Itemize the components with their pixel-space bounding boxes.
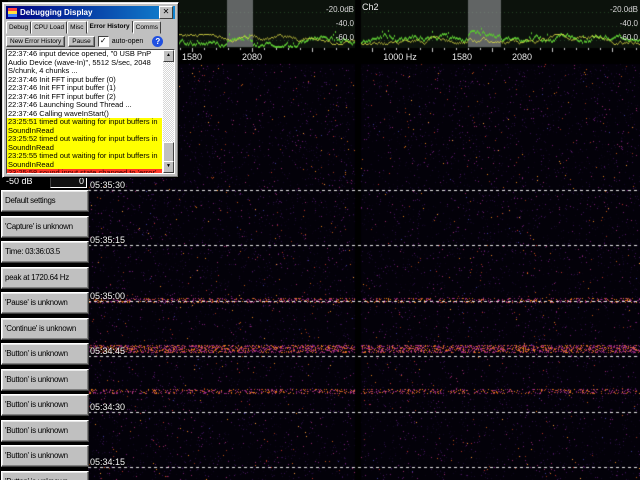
sidebar-button-3[interactable]: peak at 1720.64 Hz (1, 266, 89, 289)
pause-button[interactable]: Pause (68, 36, 95, 47)
close-icon[interactable]: ✕ (159, 6, 173, 19)
channel-label: Ch2 (362, 2, 379, 12)
freq-scale-label: 2080 (241, 52, 263, 62)
tab-error-history[interactable]: Error History (86, 21, 133, 33)
auto-open-checkbox[interactable]: ✓ (97, 36, 109, 47)
log-entry: 23:25:52 timed out waiting for input buf… (7, 134, 162, 152)
sidebar-button-1[interactable]: 'Capture' is unknown (1, 215, 89, 238)
waterfall-time-label: 05:35:00 (90, 291, 126, 301)
sidebar: -50 dB 0 Default settings 'Capture' is un… (0, 172, 89, 480)
freq-scale-label: 2080 (511, 52, 533, 62)
sidebar-button-4[interactable]: 'Pause' is unknown (1, 292, 89, 314)
freq-scale-label: 1580 (451, 52, 473, 62)
sidebar-button-10[interactable]: 'Button' is unknown (1, 445, 89, 467)
waterfall-time-label: 05:35:30 (90, 180, 126, 190)
db-scale-label: -20.0dB (609, 5, 638, 14)
debug-tabs: Debug CPU Load Misc Error History Comms (6, 21, 175, 34)
freq-scale-label: 1000 Hz (383, 52, 417, 62)
sidebar-button-2[interactable]: Time: 03:36:03.5 (1, 241, 89, 263)
waterfall-time-label: 05:34:30 (90, 402, 126, 412)
app-icon (8, 8, 17, 17)
db-scale-label: -20.0dB (325, 5, 354, 14)
log-entry: 22:37:46 input device opened, "0 USB PnP… (8, 49, 152, 75)
sidebar-button-8[interactable]: 'Button' is unknown (1, 394, 89, 416)
tab-cpu-load[interactable]: CPU Load (31, 21, 68, 34)
sidebar-button-5[interactable]: 'Continue' is unknown (1, 317, 89, 340)
window-title: Debugging Display (20, 8, 93, 17)
log-entry: 23:25:55 timed out waiting for input buf… (7, 151, 162, 169)
sidebar-button-6[interactable]: 'Button' is unknown (1, 343, 89, 365)
sidebar-button-0[interactable]: Default settings (1, 190, 89, 212)
scroll-down-icon[interactable]: ▼ (163, 161, 174, 173)
sidebar-button-11[interactable]: 'Button' is unknown (1, 470, 89, 480)
log-entry: 23:25:51 timed out waiting for input buf… (7, 117, 162, 135)
waterfall-time-label: 05:34:45 (90, 346, 126, 356)
log-scrollbar: ▲ ▼ (163, 50, 174, 173)
db-scale-label: -40.0 (335, 19, 354, 28)
waterfall-time-label: 05:34:15 (90, 457, 126, 467)
db-scale-label: -60.0 (335, 33, 354, 42)
new-error-history-button[interactable]: New Error History (6, 36, 66, 47)
auto-open-label[interactable]: auto-open (112, 38, 144, 45)
debug-window: Debugging Display ✕ Debug CPU Load Misc Err… (2, 2, 179, 178)
db-scale-label: -60.0 (619, 33, 638, 42)
debug-titlebar[interactable]: Debugging Display ✕ (6, 6, 175, 19)
scrollbar-thumb[interactable] (163, 142, 174, 162)
sidebar-button-7[interactable]: 'Button' is unknown (1, 368, 89, 391)
tab-debug[interactable]: Debug (6, 21, 32, 34)
log-entry: 23:25:58 sound input state changed to 'e… (7, 168, 162, 173)
sidebar-button-9[interactable]: 'Button' is unknown (1, 419, 89, 442)
debug-controls: New Error History Pause ✓ auto-open ? (6, 35, 175, 48)
db-scale-label: -40.0 (619, 19, 638, 28)
app-root: Ch2 -20.0dB -40.0 -60.0 -20.0dB -40.0 -60.0 1… (0, 0, 640, 480)
tab-misc[interactable]: Misc (67, 21, 87, 34)
log-entries: 22:37:46 input device opened, "0 USB PnP… (7, 49, 162, 173)
waterfall-time-label: 05:35:15 (90, 235, 126, 245)
tab-comms[interactable]: Comms (132, 21, 162, 34)
freq-scale-label: 1580 (181, 52, 203, 62)
debug-log[interactable]: 22:37:46 input device opened, "0 USB PnP… (6, 49, 175, 174)
help-icon[interactable]: ? (152, 36, 164, 47)
scroll-up-icon[interactable]: ▲ (163, 50, 174, 62)
